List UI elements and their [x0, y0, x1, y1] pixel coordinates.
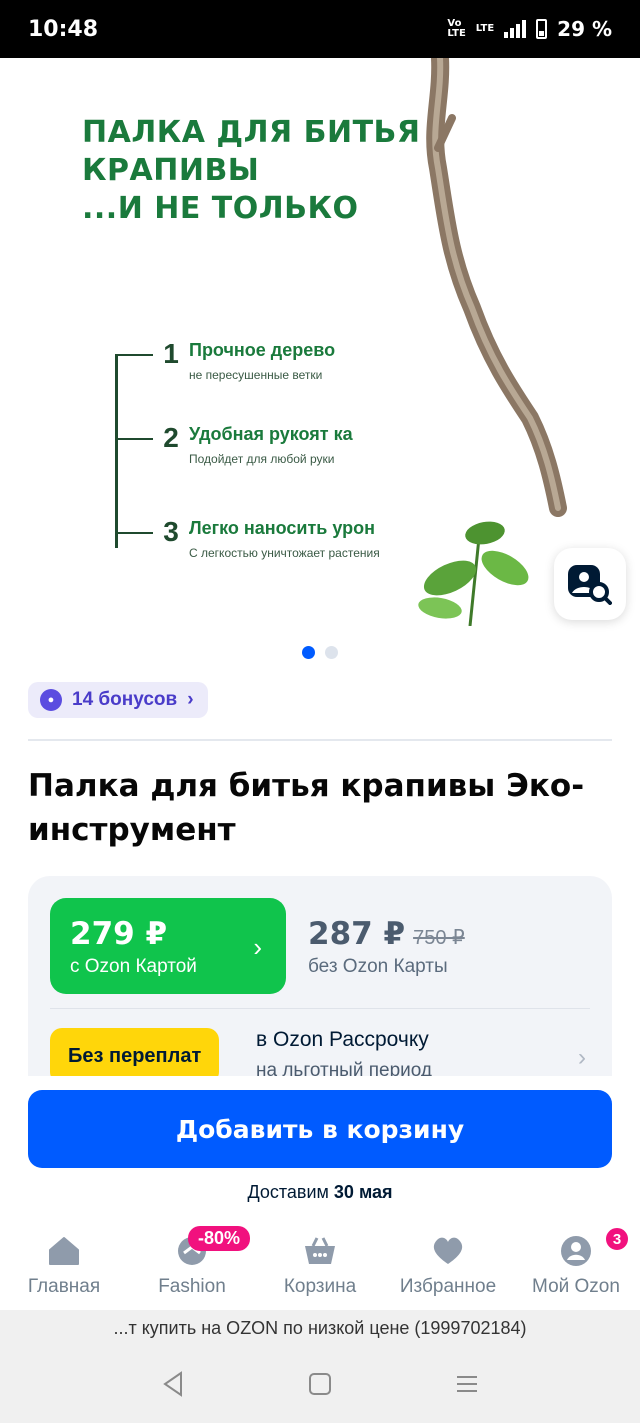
stick-illustration — [426, 58, 567, 517]
bonus-coin-icon: ● — [40, 689, 62, 711]
tab-my-ozon[interactable]: 3 Мой Ozon — [512, 1224, 640, 1310]
status-bar: 10:48 Vo LTE LTE 29 % — [0, 0, 640, 58]
divider — [50, 1008, 590, 1009]
price-card: 279 ₽ с Ozon Картой › 287 ₽ 750 ₽ без Oz… — [28, 876, 612, 1076]
chevron-right-icon: › — [578, 1044, 586, 1071]
pagination-dot[interactable] — [325, 646, 338, 659]
add-to-cart-button[interactable]: Добавить в корзину — [28, 1090, 612, 1168]
network-type: LTE — [475, 23, 495, 34]
installment-badge[interactable]: Без переплат — [50, 1028, 220, 1076]
delivery-prefix: Доставим — [247, 1182, 329, 1202]
delivery-info: Доставим 30 мая — [0, 1182, 640, 1203]
image-headline: ПАЛКА ДЛЯ БИТЬЯ КРАПИВЫ ...И НЕ ТОЛЬКО — [82, 115, 421, 226]
product-title: Палка для битья крапивы Эко-инструмент — [28, 768, 585, 848]
feature-item: 2 Удобная рукоят ка Подойдет для любой р… — [115, 422, 353, 466]
recents-icon[interactable] — [455, 1372, 479, 1401]
tab-home[interactable]: Главная — [0, 1224, 128, 1310]
installment-subtitle: на льготный период — [256, 1060, 433, 1076]
nettle-leaf-illustration — [418, 521, 529, 626]
divider — [28, 739, 612, 741]
gallery-pagination — [0, 646, 640, 659]
installment-info[interactable]: в Ozon Рассрочку на льготный период — [256, 1028, 432, 1076]
promo-badge: -80% — [188, 1226, 251, 1251]
feature-item: 1 Прочное дерево не пересушенные ветки — [115, 338, 335, 382]
old-price: 750 ₽ — [413, 927, 465, 949]
signal-icon — [504, 20, 527, 38]
battery-icon — [536, 19, 548, 39]
status-time: 10:48 — [28, 16, 99, 42]
back-icon[interactable] — [161, 1371, 185, 1402]
browser-url-bar[interactable]: ...т купить на OZON по низкой цене (1999… — [0, 1310, 640, 1350]
bonus-chip[interactable]: ● 14 бонусов › — [28, 682, 208, 718]
tab-fashion[interactable]: -80% Fashion — [128, 1224, 256, 1310]
regular-price-block: 287 ₽ 750 ₽ без Ozon Карты — [308, 916, 465, 978]
delivery-date: 30 мая — [333, 1182, 393, 1202]
notification-count-badge: 3 — [604, 1226, 630, 1252]
tab-favorites[interactable]: Избранное — [384, 1224, 512, 1310]
feature-item: 3 Легко наносить урон С легкостью уничто… — [115, 516, 380, 560]
home-nav-icon[interactable] — [308, 1372, 332, 1401]
profile-icon — [559, 1234, 593, 1268]
tab-cart[interactable]: Корзина — [256, 1224, 384, 1310]
system-nav-bar — [0, 1350, 640, 1423]
heart-icon — [431, 1234, 465, 1268]
regular-price: 287 ₽ — [308, 916, 406, 952]
image-search-button[interactable] — [554, 548, 626, 620]
bottom-tab-bar: Главная -80% Fashion Корзина Избранное 3… — [0, 1224, 640, 1310]
regular-price-label: без Ozon Карты — [308, 956, 448, 977]
ozon-card-price-button[interactable]: 279 ₽ с Ozon Картой › — [50, 898, 286, 994]
volte-icon: Vo LTE — [447, 18, 466, 39]
status-icons: Vo LTE LTE 29 % — [447, 17, 612, 41]
image-search-icon — [568, 565, 612, 605]
battery-level: 29 % — [557, 17, 612, 41]
bonus-label: 14 бонусов — [72, 689, 178, 710]
pagination-dot-active[interactable] — [302, 646, 315, 659]
installment-title: в Ozon Рассрочку — [256, 1028, 429, 1051]
cart-icon — [303, 1234, 337, 1268]
home-icon — [47, 1234, 81, 1268]
chevron-right-icon: › — [253, 932, 262, 962]
product-image-gallery[interactable]: ПАЛКА ДЛЯ БИТЬЯ КРАПИВЫ ...И НЕ ТОЛЬКО 1… — [0, 58, 640, 626]
chevron-right-icon: › — [187, 689, 194, 710]
